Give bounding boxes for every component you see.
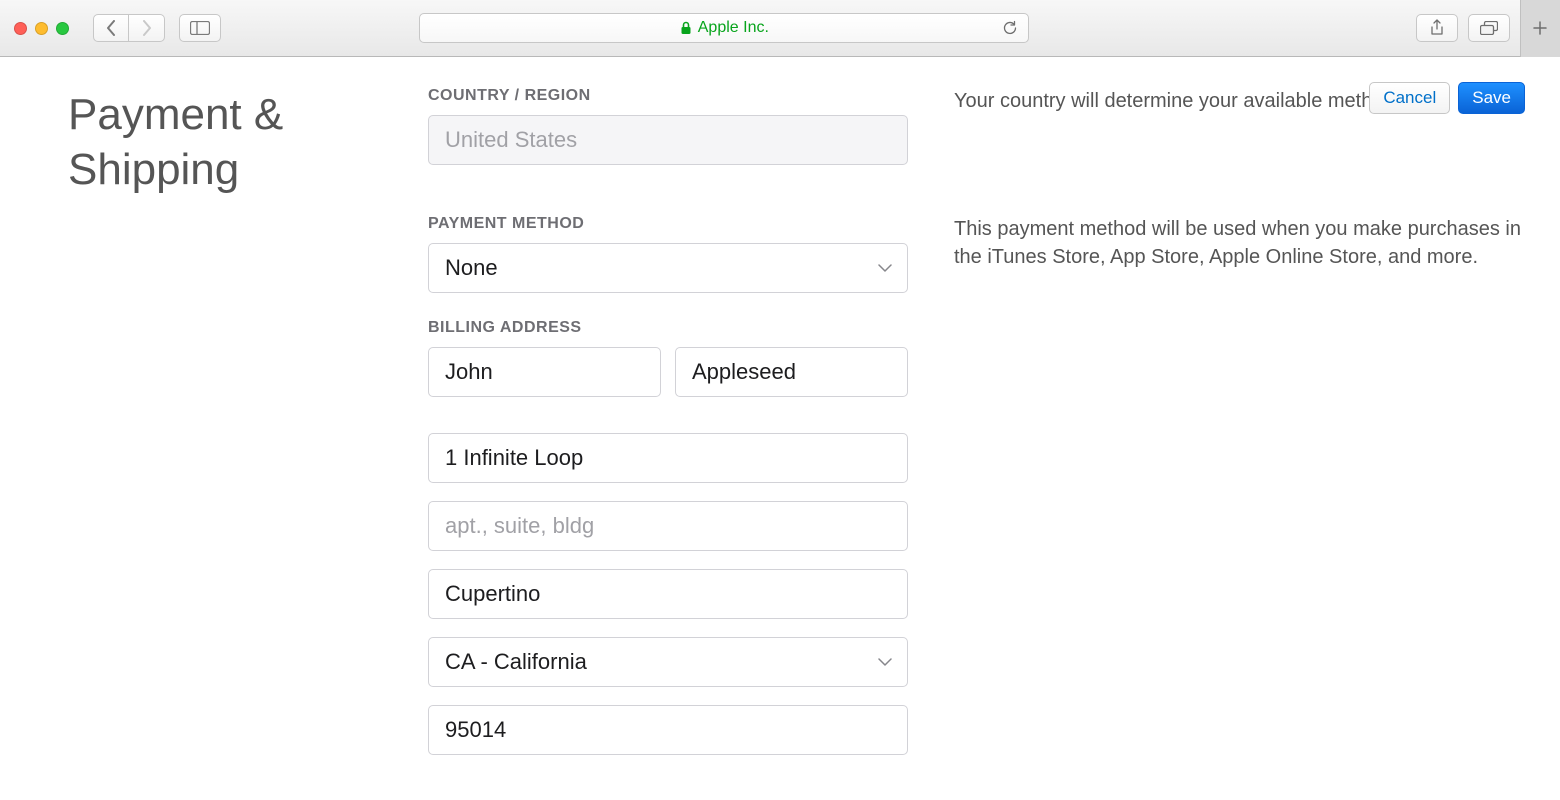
address-bar[interactable]: Apple Inc. — [419, 13, 1029, 43]
minimize-window-button[interactable] — [35, 22, 48, 35]
postal-code-field[interactable]: 95014 — [428, 705, 908, 755]
street1-field[interactable]: 1 Infinite Loop — [428, 433, 908, 483]
new-tab-button[interactable] — [1520, 0, 1560, 57]
browser-toolbar: Apple Inc. — [0, 0, 1560, 57]
billing-address-label: BILLING ADDRESS — [428, 319, 908, 337]
country-field: United States — [428, 115, 908, 165]
toolbar-right — [1416, 14, 1510, 42]
first-name-value: John — [445, 359, 493, 385]
payment-method-help-text: This payment method will be used when yo… — [954, 215, 1530, 271]
last-name-value: Appleseed — [692, 359, 796, 385]
chevron-down-icon — [877, 263, 893, 273]
maximize-window-button[interactable] — [56, 22, 69, 35]
reload-button[interactable] — [1002, 20, 1018, 36]
lock-icon — [680, 21, 692, 35]
sidebar-toggle-button[interactable] — [179, 14, 221, 42]
payment-method-select[interactable]: None — [428, 243, 908, 293]
page-title: Payment & Shipping — [68, 87, 428, 197]
street1-value: 1 Infinite Loop — [445, 445, 583, 471]
address-site-name: Apple Inc. — [698, 19, 769, 37]
reload-icon — [1002, 20, 1018, 36]
chevron-down-icon — [877, 657, 893, 667]
close-window-button[interactable] — [14, 22, 27, 35]
page-content: Payment & Shipping COUNTRY / REGION Unit… — [0, 57, 1560, 800]
city-field[interactable]: Cupertino — [428, 569, 908, 619]
forward-button[interactable] — [129, 14, 165, 42]
share-button[interactable] — [1416, 14, 1458, 42]
city-value: Cupertino — [445, 581, 540, 607]
nav-buttons — [93, 14, 165, 42]
cancel-button[interactable]: Cancel — [1369, 82, 1450, 114]
action-bar: Cancel Save — [1369, 82, 1525, 114]
save-button[interactable]: Save — [1458, 82, 1525, 114]
country-value: United States — [445, 127, 577, 153]
last-name-field[interactable]: Appleseed — [675, 347, 908, 397]
postal-code-value: 95014 — [445, 717, 506, 743]
country-label: COUNTRY / REGION — [428, 87, 908, 105]
state-select[interactable]: CA - California — [428, 637, 908, 687]
chevron-left-icon — [106, 20, 116, 36]
payment-method-label: PAYMENT METHOD — [428, 215, 908, 233]
share-icon — [1430, 19, 1444, 37]
tabs-icon — [1480, 21, 1498, 35]
street2-field[interactable]: apt., suite, bldg — [428, 501, 908, 551]
state-value: CA - California — [445, 649, 587, 675]
payment-method-value: None — [445, 255, 498, 281]
chevron-right-icon — [142, 20, 152, 36]
back-button[interactable] — [93, 14, 129, 42]
sidebar-icon — [190, 21, 210, 35]
window-controls — [14, 22, 69, 35]
plus-icon — [1532, 20, 1548, 36]
first-name-field[interactable]: John — [428, 347, 661, 397]
tabs-button[interactable] — [1468, 14, 1510, 42]
street2-placeholder: apt., suite, bldg — [445, 513, 594, 539]
